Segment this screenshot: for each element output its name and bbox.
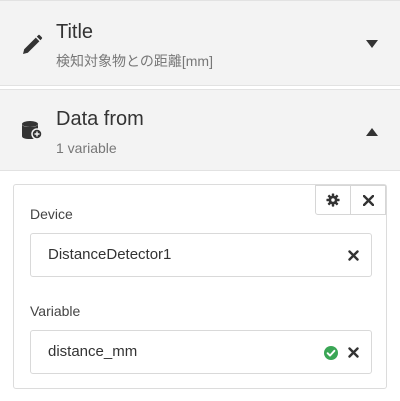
- caret-up-icon: [366, 128, 378, 136]
- remove-variable-button[interactable]: [350, 185, 386, 215]
- close-icon: [362, 194, 374, 206]
- card-toolbar: [315, 185, 386, 215]
- device-select[interactable]: DistanceDetector1: [30, 233, 372, 277]
- device-label: Device: [30, 206, 73, 222]
- gear-icon: [326, 193, 340, 207]
- clear-variable-icon[interactable]: [348, 347, 359, 358]
- data-from-heading: Data from: [56, 108, 144, 130]
- title-section-value: 検知対象物との距離[mm]: [56, 53, 213, 69]
- variable-card: Device DistanceDetector1 Variable distan…: [13, 184, 387, 389]
- title-section-header[interactable]: Title 検知対象物との距離[mm]: [0, 0, 400, 86]
- data-from-summary: 1 variable: [56, 140, 117, 156]
- clear-device-icon[interactable]: [348, 250, 359, 261]
- variable-value: distance_mm: [48, 343, 138, 360]
- check-circle-icon: [324, 346, 338, 360]
- database-icon: [22, 121, 43, 140]
- data-from-section-header[interactable]: Data from 1 variable: [0, 89, 400, 171]
- variable-label: Variable: [30, 303, 81, 319]
- variable-select[interactable]: distance_mm: [30, 330, 372, 374]
- device-value: DistanceDetector1: [48, 246, 172, 263]
- title-section-heading: Title: [56, 21, 94, 43]
- pencil-icon: [23, 34, 43, 54]
- caret-down-icon: [366, 40, 378, 48]
- settings-button[interactable]: [315, 185, 351, 215]
